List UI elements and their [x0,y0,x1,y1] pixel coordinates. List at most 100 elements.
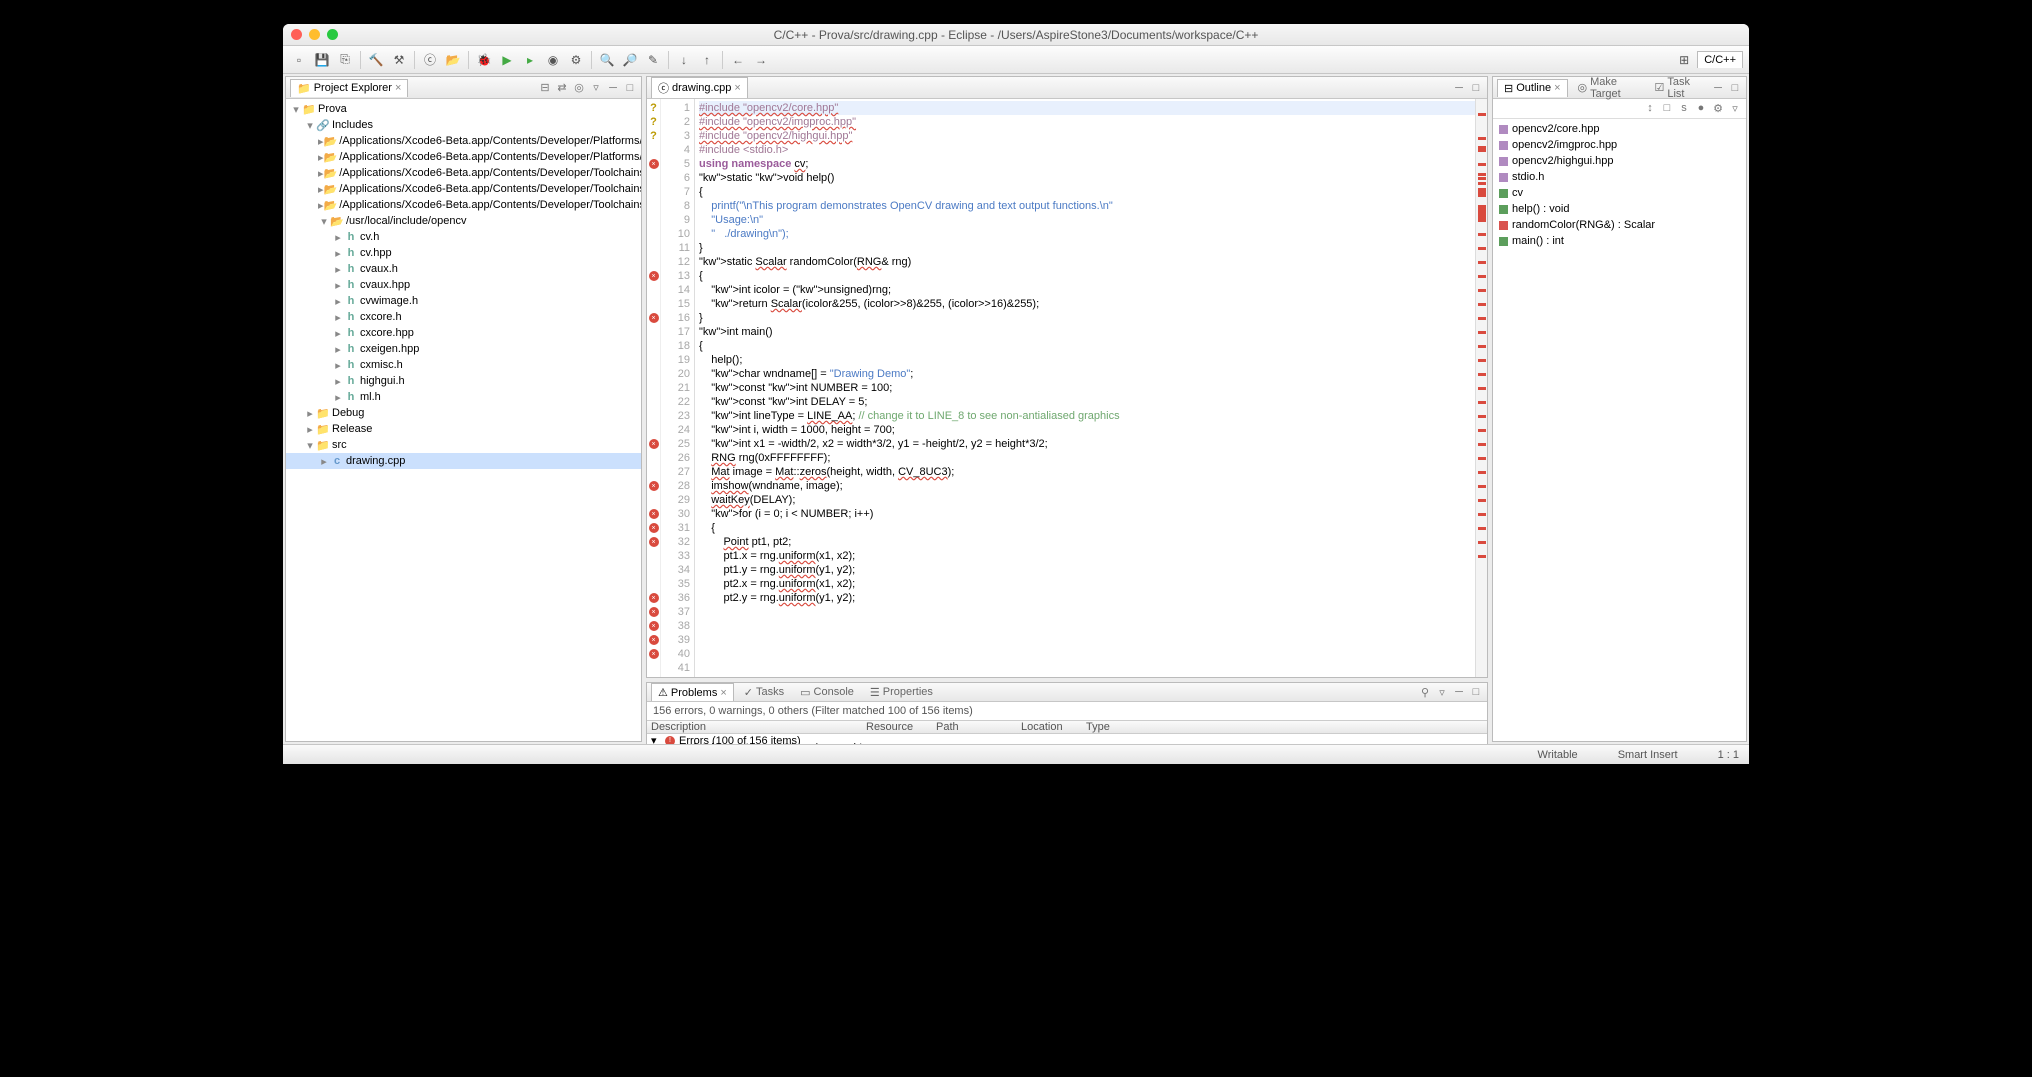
view-menu-icon[interactable]: ▿ [589,81,603,95]
tree-item[interactable]: cxcore.hpp [286,325,641,341]
perspective-cpp[interactable]: C/C++ [1697,51,1743,68]
hide-non-public-icon[interactable]: ● [1694,101,1708,115]
search-icon[interactable]: 🔎 [620,50,640,70]
outline-tree[interactable]: opencv2/core.hppopencv2/imgproc.hppopenc… [1493,119,1746,741]
external-tools-icon[interactable]: ⚙ [566,50,586,70]
maximize-icon[interactable]: □ [623,81,637,95]
tree-item[interactable]: ml.h [286,389,641,405]
outline-item[interactable]: help() : void [1493,201,1746,217]
sort-icon[interactable]: ↕ [1643,101,1657,115]
minimize-icon[interactable]: ─ [1452,81,1466,95]
status-cursor-pos: 1 : 1 [1718,749,1739,761]
outline-item[interactable]: main() : int [1493,233,1746,249]
outline-item[interactable]: randomColor(RNG&) : Scalar [1493,217,1746,233]
hide-fields-icon[interactable]: □ [1660,101,1674,115]
tree-item[interactable]: 📁Debug [286,405,641,421]
next-annotation-icon[interactable]: ↓ [674,50,694,70]
tab-make-target[interactable]: ◎ Make Target [1572,74,1645,102]
save-all-icon[interactable]: ⎘ [335,50,355,70]
editor-tab-drawing[interactable]: ⓒ drawing.cpp × [651,77,748,98]
tree-item[interactable]: cxmisc.h [286,357,641,373]
close-icon[interactable]: × [720,687,726,699]
tree-item[interactable]: 📁Prova [286,101,641,117]
status-bar: Writable Smart Insert 1 : 1 [283,744,1749,764]
forward-icon[interactable]: → [751,50,771,70]
minimize-icon[interactable]: ─ [1711,81,1725,95]
tree-item[interactable]: cvaux.hpp [286,277,641,293]
code-editor[interactable]: ???××××××××××××× 12345678910111213141516… [647,99,1487,677]
debug-icon[interactable]: 🐞 [474,50,494,70]
tab-properties[interactable]: ☰ Properties [864,684,939,701]
build-all-icon[interactable]: ⚒ [389,50,409,70]
run-icon[interactable]: ▶ [497,50,517,70]
project-explorer-tab[interactable]: 📁 Project Explorer × [290,79,408,97]
problems-header[interactable]: Description Resource Path Location Type [647,720,1487,734]
collapse-all-icon[interactable]: ⊟ [538,81,552,95]
run-last-icon[interactable]: ▸ [520,50,540,70]
tree-item[interactable]: 📂/Applications/Xcode6-Beta.app/Contents/… [286,181,641,197]
back-icon[interactable]: ← [728,50,748,70]
outline-item[interactable]: cv [1493,185,1746,201]
outline-item[interactable]: opencv2/imgproc.hpp [1493,137,1746,153]
tab-console[interactable]: ▭ Console [794,684,860,701]
project-tree[interactable]: 📁Prova🔗Includes📂/Applications/Xcode6-Bet… [286,99,641,741]
tree-item[interactable]: cvaux.h [286,261,641,277]
filter-icon[interactable]: ⚲ [1418,685,1432,699]
view-menu-icon[interactable]: ▿ [1435,685,1449,699]
titlebar: C/C++ - Prova/src/drawing.cpp - Eclipse … [283,24,1749,46]
new-folder-icon[interactable]: 📂 [443,50,463,70]
tree-item[interactable]: 📁Release [286,421,641,437]
close-icon[interactable]: × [734,82,740,94]
hide-static-icon[interactable]: s [1677,101,1691,115]
build-icon[interactable]: 🔨 [366,50,386,70]
problems-summary: 156 errors, 0 warnings, 0 others (Filter… [647,702,1487,720]
close-icon[interactable]: × [1554,82,1560,94]
maximize-icon[interactable]: □ [1469,685,1483,699]
view-menu-icon[interactable]: ▿ [1728,101,1742,115]
tree-item[interactable]: 📂/Applications/Xcode6-Beta.app/Contents/… [286,133,641,149]
tree-item[interactable]: 🔗Includes [286,117,641,133]
new-icon[interactable]: ▫ [289,50,309,70]
tab-outline[interactable]: ⊟ Outline × [1497,79,1568,97]
toggle-mark-icon[interactable]: ✎ [643,50,663,70]
prev-annotation-icon[interactable]: ↑ [697,50,717,70]
status-insert-mode: Smart Insert [1618,749,1678,761]
tree-item[interactable]: cv.h [286,229,641,245]
focus-task-icon[interactable]: ◎ [572,81,586,95]
tab-problems[interactable]: ⚠ Problems × [651,683,734,701]
minimize-icon[interactable]: ─ [1452,685,1466,699]
tree-item[interactable]: 📂/Applications/Xcode6-Beta.app/Contents/… [286,197,641,213]
main-toolbar: ▫ 💾 ⎘ 🔨 ⚒ ⓒ 📂 🐞 ▶ ▸ ◉ ⚙ 🔍 🔎 ✎ ↓ ↑ ← → ⊞ … [283,46,1749,74]
outline-item[interactable]: opencv2/highgui.hpp [1493,153,1746,169]
project-explorer-view: 📁 Project Explorer × ⊟ ⇄ ◎ ▿ ─ □ 📁Prova🔗… [285,76,642,742]
tree-item[interactable]: 📂/Applications/Xcode6-Beta.app/Contents/… [286,149,641,165]
minimize-icon[interactable]: ─ [606,81,620,95]
tab-tasks[interactable]: ✓ Tasks [738,684,790,701]
tree-item[interactable]: cxeigen.hpp [286,341,641,357]
overview-ruler[interactable] [1475,99,1487,677]
tab-task-list[interactable]: ☑ Task List [1648,74,1707,102]
maximize-icon[interactable]: □ [1728,81,1742,95]
profile-icon[interactable]: ◉ [543,50,563,70]
maximize-icon[interactable]: □ [1469,81,1483,95]
new-class-icon[interactable]: ⓒ [420,50,440,70]
tree-item[interactable]: 📂/Applications/Xcode6-Beta.app/Contents/… [286,165,641,181]
window-title: C/C++ - Prova/src/drawing.cpp - Eclipse … [283,28,1749,42]
outline-item[interactable]: opencv2/core.hpp [1493,121,1746,137]
save-icon[interactable]: 💾 [312,50,332,70]
outline-view: ⊟ Outline × ◎ Make Target ☑ Task List ─ … [1492,76,1747,742]
tree-item[interactable]: highgui.h [286,373,641,389]
tree-item[interactable]: 📂/usr/local/include/opencv [286,213,641,229]
tree-item[interactable]: cv.hpp [286,245,641,261]
open-type-icon[interactable]: 🔍 [597,50,617,70]
tree-item[interactable]: cvwimage.h [286,293,641,309]
open-perspective-icon[interactable]: ⊞ [1674,50,1694,70]
outline-item[interactable]: stdio.h [1493,169,1746,185]
link-editor-icon[interactable]: ⇄ [555,81,569,95]
tree-item[interactable]: cxcore.h [286,309,641,325]
tree-item[interactable]: 📁src [286,437,641,453]
focus-icon[interactable]: ⚙ [1711,101,1725,115]
status-writable: Writable [1538,749,1578,761]
tree-item[interactable]: drawing.cpp [286,453,641,469]
close-icon[interactable]: × [395,82,401,94]
